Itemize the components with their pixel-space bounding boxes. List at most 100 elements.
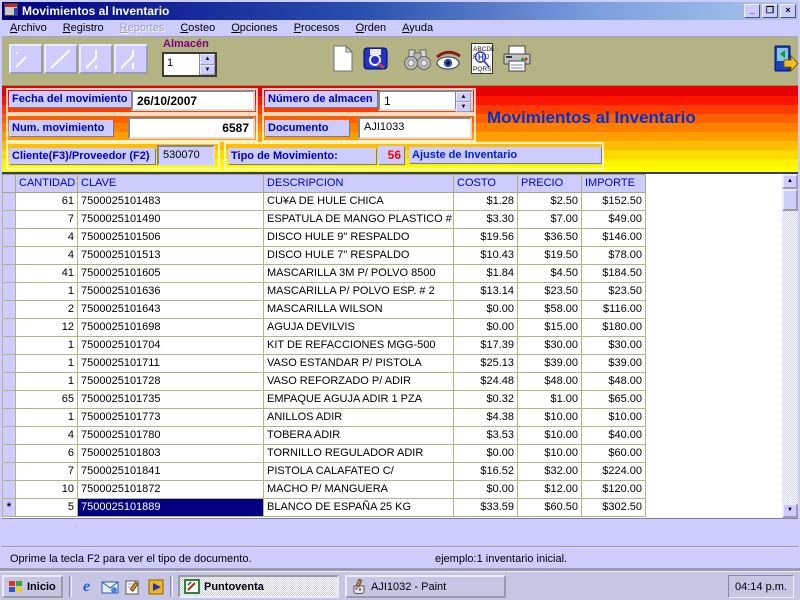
save-search-icon[interactable] <box>362 45 389 72</box>
cell-descripcion[interactable]: PISTOLA CALAFATEO C/ <box>264 463 454 481</box>
cell-precio[interactable]: $12.00 <box>518 481 582 499</box>
cell-costo[interactable]: $19.56 <box>454 229 518 247</box>
cell-precio[interactable]: $48.00 <box>518 373 582 391</box>
cell-costo[interactable]: $13.14 <box>454 283 518 301</box>
cell-cantidad[interactable]: 6 <box>16 445 78 463</box>
cell-cantidad[interactable]: 5 <box>16 499 78 517</box>
cell-costo[interactable]: $0.32 <box>454 391 518 409</box>
cell-precio[interactable]: $15.00 <box>518 319 582 337</box>
cell-clave[interactable]: 7500025101780 <box>78 427 264 445</box>
cell-precio[interactable]: $2.50 <box>518 193 582 211</box>
column-header-clave[interactable]: CLAVE <box>78 174 264 193</box>
nav-button-4[interactable] <box>114 44 148 74</box>
cell-importe[interactable]: $48.00 <box>582 373 646 391</box>
cell-clave[interactable]: 7500025101841 <box>78 463 264 481</box>
cell-importe[interactable]: $60.00 <box>582 445 646 463</box>
cell-importe[interactable]: $120.00 <box>582 481 646 499</box>
scroll-down-icon[interactable]: ▼ <box>782 503 798 518</box>
binoculars-icon[interactable] <box>403 49 432 71</box>
cell-descripcion[interactable]: TORNILLO REGULADOR ADIR <box>264 445 454 463</box>
internet-explorer-icon[interactable]: e <box>76 576 97 597</box>
table-row[interactable]: 1 7500025101728 VASO REFORZADO P/ ADIR $24.… <box>2 373 782 391</box>
cell-precio[interactable]: $4.50 <box>518 265 582 283</box>
cell-clave[interactable]: 7500025101636 <box>78 283 264 301</box>
cell-descripcion[interactable]: MASCARILLA 3M P/ POLVO 8500 <box>264 265 454 283</box>
cell-importe[interactable]: $10.00 <box>582 409 646 427</box>
cell-importe[interactable]: $180.00 <box>582 319 646 337</box>
table-row[interactable]: 61 7500025101483 CU¥A DE HULE CHICA $1.28 $2… <box>2 193 782 211</box>
row-filler[interactable] <box>646 409 782 427</box>
table-row[interactable]: 1 7500025101636 MASCARILLA P/ POLVO ESP. #… <box>2 283 782 301</box>
cell-descripcion[interactable]: TOBERA ADIR <box>264 427 454 445</box>
row-selector[interactable] <box>2 481 16 499</box>
cell-descripcion[interactable]: MACHO P/ MANGUERA <box>264 481 454 499</box>
table-row[interactable]: 12 7500025101698 AGUJA DEVILVIS $0.00 $15.00… <box>2 319 782 337</box>
row-filler[interactable] <box>646 391 782 409</box>
cell-costo[interactable]: $1.84 <box>454 265 518 283</box>
row-selector[interactable] <box>2 211 16 229</box>
row-selector[interactable] <box>2 445 16 463</box>
media-player-icon[interactable] <box>145 576 166 597</box>
cell-descripcion[interactable]: AGUJA DEVILVIS <box>264 319 454 337</box>
cell-costo[interactable]: $0.00 <box>454 319 518 337</box>
almacen-toolbar-spinner[interactable]: 1 ▲ ▼ <box>162 52 217 77</box>
row-selector[interactable]: * <box>2 499 16 517</box>
cell-cantidad[interactable]: 7 <box>16 463 78 481</box>
cell-importe[interactable]: $49.00 <box>582 211 646 229</box>
row-selector[interactable] <box>2 427 16 445</box>
spin-down-icon[interactable]: ▼ <box>200 64 215 75</box>
cell-costo[interactable]: $1.28 <box>454 193 518 211</box>
row-selector[interactable] <box>2 247 16 265</box>
cell-clave[interactable]: 7500025101698 <box>78 319 264 337</box>
cell-precio[interactable]: $10.00 <box>518 445 582 463</box>
cell-clave[interactable]: 7500025101872 <box>78 481 264 499</box>
row-filler[interactable] <box>646 355 782 373</box>
table-row[interactable]: 4 7500025101506 DISCO HULE 9" RESPALDO $19.… <box>2 229 782 247</box>
column-header-cantidad[interactable]: CANTIDAD <box>16 174 78 193</box>
cell-descripcion[interactable]: DISCO HULE 7" RESPALDO <box>264 247 454 265</box>
cell-descripcion[interactable]: MASCARILLA P/ POLVO ESP. # 2 <box>264 283 454 301</box>
cell-precio[interactable]: $10.00 <box>518 409 582 427</box>
cell-costo[interactable]: $16.52 <box>454 463 518 481</box>
cell-precio[interactable]: $58.00 <box>518 301 582 319</box>
row-selector[interactable] <box>2 319 16 337</box>
table-row[interactable]: 65 7500025101735 EMPAQUE AGUJA ADIR 1 PZA $… <box>2 391 782 409</box>
cell-clave[interactable]: 7500025101889 <box>78 499 264 517</box>
printer-icon[interactable] <box>501 45 533 73</box>
cell-costo[interactable]: $3.30 <box>454 211 518 229</box>
cell-importe[interactable]: $302.50 <box>582 499 646 517</box>
cell-costo[interactable]: $3.53 <box>454 427 518 445</box>
cell-descripcion[interactable]: CU¥A DE HULE CHICA <box>264 193 454 211</box>
notes-icon[interactable] <box>122 576 143 597</box>
cell-precio[interactable]: $30.00 <box>518 337 582 355</box>
cell-cantidad[interactable]: 4 <box>16 229 78 247</box>
menu-archivo[interactable]: Archivo <box>2 20 55 36</box>
table-row[interactable]: 6 7500025101803 TORNILLO REGULADOR ADIR $0.… <box>2 445 782 463</box>
documento-input[interactable]: AJI1033 <box>358 117 472 139</box>
table-row[interactable]: 4 7500025101780 TOBERA ADIR $3.53 $10.00 $40.… <box>2 427 782 445</box>
cell-costo[interactable]: $0.00 <box>454 481 518 499</box>
cell-descripcion[interactable]: EMPAQUE AGUJA ADIR 1 PZA <box>264 391 454 409</box>
cell-descripcion[interactable]: ESPATULA DE MANGO PLASTICO # 2 <box>264 211 454 229</box>
cell-descripcion[interactable]: DISCO HULE 9" RESPALDO <box>264 229 454 247</box>
new-document-icon[interactable] <box>332 45 354 72</box>
row-selector[interactable] <box>2 355 16 373</box>
cell-clave[interactable]: 7500025101490 <box>78 211 264 229</box>
cell-descripcion[interactable]: ANILLOS ADIR <box>264 409 454 427</box>
cell-cantidad[interactable]: 1 <box>16 337 78 355</box>
cell-importe[interactable]: $184.50 <box>582 265 646 283</box>
table-row[interactable]: 7 7500025101490 ESPATULA DE MANGO PLASTICO… <box>2 211 782 229</box>
cell-clave[interactable]: 7500025101704 <box>78 337 264 355</box>
row-filler[interactable] <box>646 283 782 301</box>
row-filler[interactable] <box>646 193 782 211</box>
vertical-scrollbar[interactable]: ▲ ▼ <box>782 174 798 518</box>
cell-cantidad[interactable]: 12 <box>16 319 78 337</box>
table-row[interactable]: 2 7500025101643 MASCARILLA WILSON $0.00 $58.… <box>2 301 782 319</box>
cell-importe[interactable]: $40.00 <box>582 427 646 445</box>
cell-importe[interactable]: $30.00 <box>582 337 646 355</box>
menu-procesos[interactable]: Procesos <box>286 20 348 36</box>
cell-costo[interactable]: $24.48 <box>454 373 518 391</box>
menu-opciones[interactable]: Opciones <box>223 20 285 36</box>
row-selector[interactable] <box>2 229 16 247</box>
cell-cantidad[interactable]: 1 <box>16 355 78 373</box>
